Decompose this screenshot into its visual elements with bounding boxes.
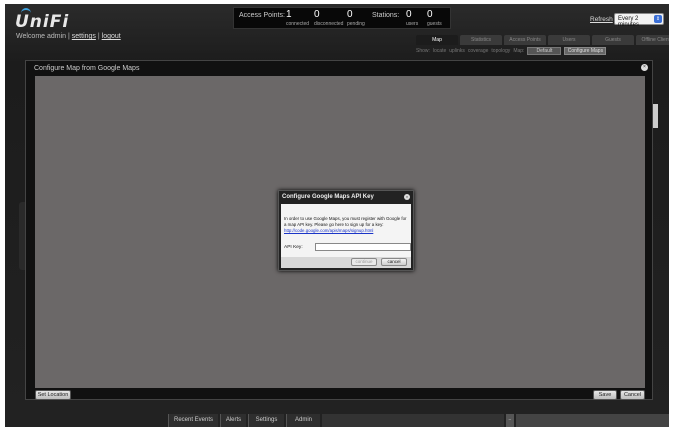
guests-label: guests xyxy=(427,21,442,27)
stations-label: Stations: xyxy=(372,12,400,19)
map-label: Map: xyxy=(513,48,525,54)
dialog-actions: continue cancel xyxy=(281,257,411,268)
continue-button[interactable]: continue xyxy=(351,258,377,266)
refresh-link[interactable]: Refresh xyxy=(590,16,613,23)
bottom-bar-tail xyxy=(516,414,669,427)
welcome-text: Welcome admin | xyxy=(16,33,70,40)
cancel-button[interactable]: Cancel xyxy=(620,390,645,400)
refresh-select-value: Every 2 minutes xyxy=(618,16,640,28)
bottom-bar-toggle-icon[interactable]: − xyxy=(506,414,514,427)
panel-footer: Set Location Save Cancel xyxy=(35,389,645,401)
tab-map[interactable]: Map xyxy=(416,35,458,45)
users-label: users xyxy=(406,21,419,27)
show-label: Show: xyxy=(416,48,430,54)
logo-arc-icon xyxy=(21,8,31,15)
tab-guests[interactable]: Guests xyxy=(592,35,634,45)
map-toolbar: Show: locate uplinks coverage topology M… xyxy=(416,46,607,56)
access-points-label: Access Points: xyxy=(239,12,285,19)
right-scrollbar[interactable] xyxy=(653,104,658,128)
connected-count: 1 xyxy=(286,9,292,20)
bottom-tab-alerts[interactable]: Alerts xyxy=(220,414,246,427)
map-select[interactable]: Default xyxy=(527,47,562,55)
users-count: 0 xyxy=(406,9,412,20)
connected-label: connected xyxy=(286,21,310,27)
panel-close-icon[interactable]: × xyxy=(641,64,648,71)
tab-statistics[interactable]: Statistics xyxy=(460,35,502,45)
dialog-body: In order to use Google Maps, you must re… xyxy=(281,204,411,268)
api-key-dialog: Configure Google Maps API Key × In order… xyxy=(278,190,414,271)
set-location-button[interactable]: Set Location xyxy=(35,390,71,400)
refresh-select[interactable]: Every 2 minutes ⇕ xyxy=(614,13,664,28)
bottom-tabs: Recent Events Alerts Settings Admin − xyxy=(168,414,669,427)
select-arrows-icon: ⇕ xyxy=(654,15,662,23)
welcome-bar: Welcome admin | settings | logout xyxy=(16,33,121,40)
bottom-tab-recent-events[interactable]: Recent Events xyxy=(168,414,218,427)
unifi-logo: UniFi xyxy=(15,8,70,32)
stats-panel: Access Points: 1 connected 0 disconnecte… xyxy=(233,7,451,29)
show-topology[interactable]: topology xyxy=(491,48,510,54)
logout-link[interactable]: logout xyxy=(102,33,121,40)
disconnected-label: disconnected xyxy=(314,21,344,27)
show-locate[interactable]: locate xyxy=(433,48,446,54)
show-coverage[interactable]: coverage xyxy=(468,48,489,54)
tab-offline-clients[interactable]: Offline Clients xyxy=(636,35,669,45)
api-key-label: API Key: xyxy=(284,245,303,250)
unifi-app: UniFi Welcome admin | settings | logout … xyxy=(5,4,669,427)
tab-access-points[interactable]: Access Points xyxy=(504,35,546,45)
dialog-cancel-button[interactable]: cancel xyxy=(381,258,407,266)
panel-title: Configure Map from Google Maps xyxy=(34,65,140,72)
guests-count: 0 xyxy=(427,9,433,20)
logo-text: UniFi xyxy=(15,12,70,32)
tab-users[interactable]: Users xyxy=(548,35,590,45)
main-tabs: Map Statistics Access Points Users Guest… xyxy=(416,35,669,45)
settings-link[interactable]: settings xyxy=(72,33,96,40)
separator: | xyxy=(97,33,100,40)
disconnected-count: 0 xyxy=(314,9,320,20)
dialog-message: In order to use Google Maps, you must re… xyxy=(284,216,410,234)
pending-label: pending xyxy=(347,21,365,27)
dialog-message-text: In order to use Google Maps, you must re… xyxy=(284,216,407,227)
dialog-close-icon[interactable]: × xyxy=(404,194,410,200)
bottom-bar-fill xyxy=(322,414,504,427)
dialog-title: Configure Google Maps API Key xyxy=(282,194,374,200)
bottom-tab-admin[interactable]: Admin xyxy=(286,414,320,427)
show-uplinks[interactable]: uplinks xyxy=(449,48,465,54)
signup-link[interactable]: http://code.google.com/apis/maps/signup.… xyxy=(284,228,373,233)
pending-count: 0 xyxy=(347,9,353,20)
save-button[interactable]: Save xyxy=(593,390,617,400)
bottom-tab-settings[interactable]: Settings xyxy=(248,414,284,427)
configure-maps-button[interactable]: Configure Maps xyxy=(564,47,607,55)
api-key-input[interactable] xyxy=(315,243,411,251)
